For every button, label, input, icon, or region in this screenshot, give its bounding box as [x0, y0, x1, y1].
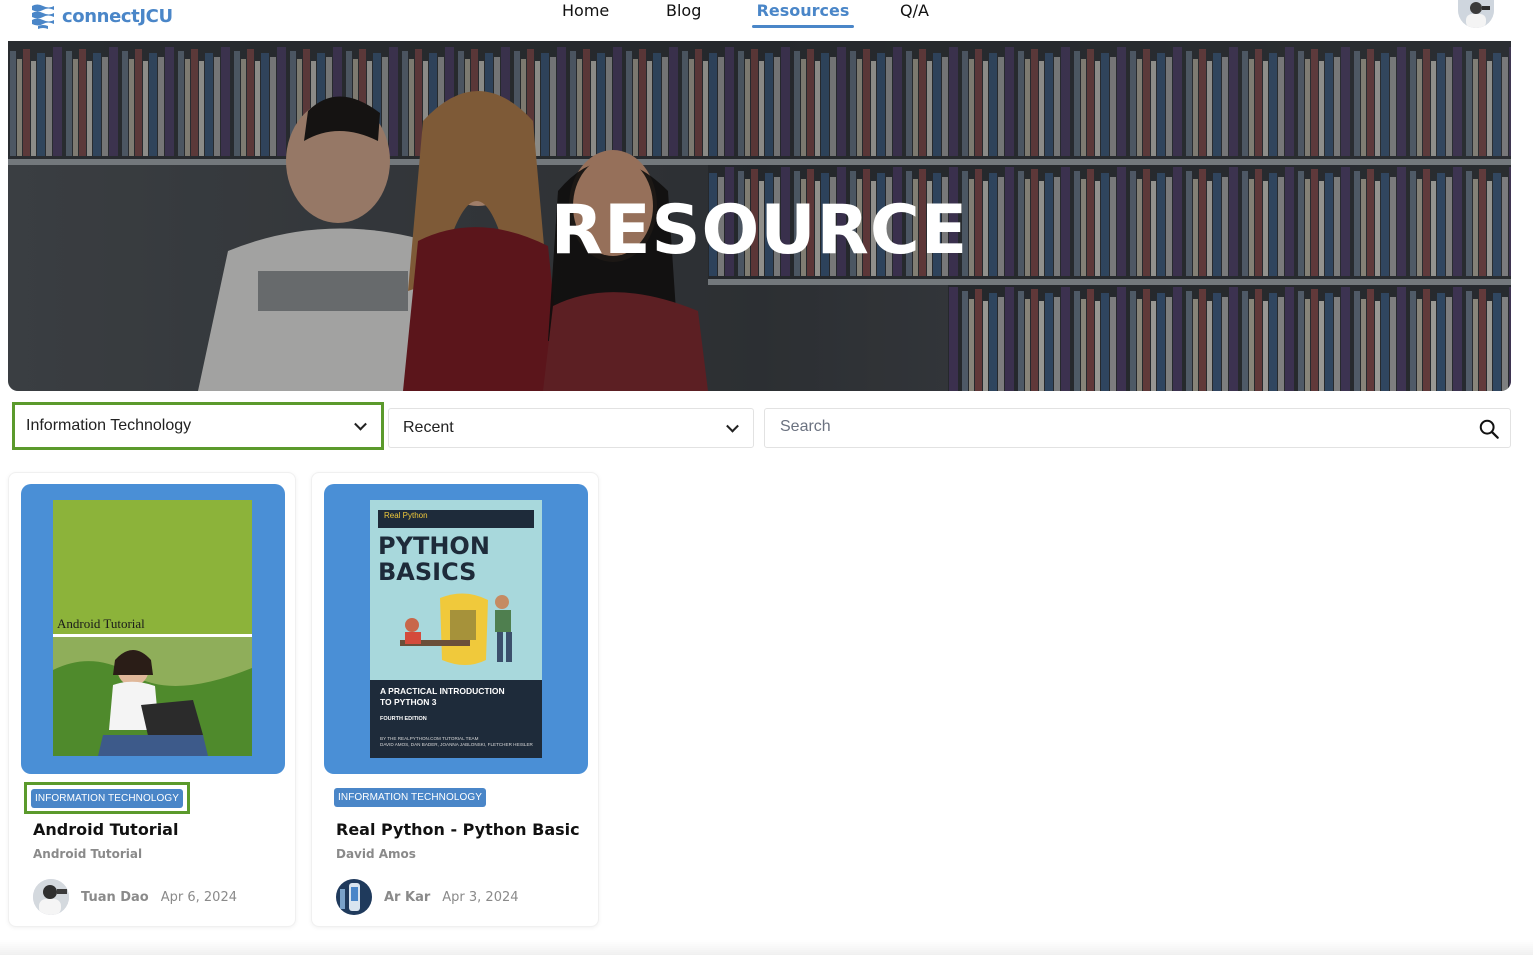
nav-resources[interactable]: Resources — [752, 0, 882, 28]
category-select-value: Information Technology — [26, 417, 192, 434]
logo[interactable]: connectJCU — [30, 2, 173, 30]
resource-card[interactable]: Real Python PYTHON BASICS A PRACTICAL IN… — [311, 472, 599, 927]
page-bottom-shadow — [0, 940, 1533, 955]
hero-title: RESOURCE — [550, 191, 969, 270]
hero-banner: RESOURCE — [8, 41, 1511, 391]
logo-text: connectJCU — [62, 5, 173, 27]
top-navbar: connectJCU Home Blog Resources Q/A — [0, 0, 1533, 40]
chevron-down-icon — [726, 419, 739, 433]
cover-tagline2: TO PYTHON 3 — [380, 697, 437, 707]
author-row: Tuan Dao Apr 6, 2024 — [33, 879, 237, 915]
nav-home[interactable]: Home — [562, 0, 666, 28]
author-avatar-image — [33, 879, 69, 915]
category-select[interactable]: Information Technology — [12, 402, 384, 450]
author-avatar[interactable] — [336, 879, 372, 915]
search-box — [764, 408, 1511, 448]
author-avatar-image — [336, 879, 372, 915]
category-tag[interactable]: INFORMATION TECHNOLOGY — [31, 789, 184, 808]
author-avatar[interactable] — [33, 879, 69, 915]
cover-credits1: BY THE REALPYTHON.COM TUTORIAL TEAM — [380, 736, 479, 741]
book-cover: Real Python PYTHON BASICS A PRACTICAL IN… — [370, 500, 542, 758]
author-row: Ar Kar Apr 3, 2024 — [336, 879, 519, 915]
search-icon[interactable] — [1478, 418, 1500, 440]
main-nav: Home Blog Resources Q/A — [530, 0, 960, 28]
resource-thumbnail[interactable]: Real Python PYTHON BASICS A PRACTICAL IN… — [324, 484, 588, 774]
cover-brand-text: Real Python — [384, 511, 428, 520]
cover-edition: FOURTH EDITION — [380, 716, 427, 722]
cover-title-line1: PYTHON — [378, 532, 490, 560]
search-input[interactable] — [780, 418, 1460, 436]
user-avatar-image — [1458, 0, 1494, 28]
logo-waves-icon — [32, 4, 54, 29]
resource-title[interactable]: Android Tutorial — [33, 820, 178, 839]
category-tag-highlight: INFORMATION TECHNOLOGY — [24, 782, 191, 814]
chevron-down-icon — [354, 417, 367, 431]
book-cover: Android Tutorial — [53, 500, 252, 756]
resource-subtitle: Android Tutorial — [33, 847, 143, 861]
resource-thumbnail[interactable]: Android Tutorial — [21, 484, 285, 774]
sort-select-value: Recent — [403, 419, 454, 436]
category-tag[interactable]: INFORMATION TECHNOLOGY — [334, 788, 487, 807]
author-name[interactable]: Ar Kar — [384, 890, 430, 905]
category-tag-wrap: INFORMATION TECHNOLOGY — [330, 785, 490, 809]
nav-resources-label: Resources — [756, 1, 850, 20]
cover-title-line2: BASICS — [378, 558, 477, 586]
cover-credits2: DAVID AMOS, DAN BADER, JOANNA JABLONSKI,… — [380, 742, 533, 747]
cover-title-text: Android Tutorial — [57, 616, 145, 631]
author-name[interactable]: Tuan Dao — [81, 890, 149, 905]
post-date: Apr 6, 2024 — [160, 889, 237, 905]
sort-select[interactable]: Recent — [388, 408, 754, 448]
post-date: Apr 3, 2024 — [442, 889, 519, 905]
resource-title[interactable]: Real Python - Python Basic — [336, 820, 580, 839]
user-avatar[interactable] — [1458, 0, 1494, 28]
resource-card[interactable]: Android Tutorial INFORMATION TECHNOLOGY … — [8, 472, 296, 927]
nav-blog[interactable]: Blog — [666, 0, 750, 28]
cover-tagline1: A PRACTICAL INTRODUCTION — [380, 686, 505, 696]
resource-subtitle: David Amos — [336, 847, 416, 861]
nav-qa[interactable]: Q/A — [900, 0, 960, 28]
